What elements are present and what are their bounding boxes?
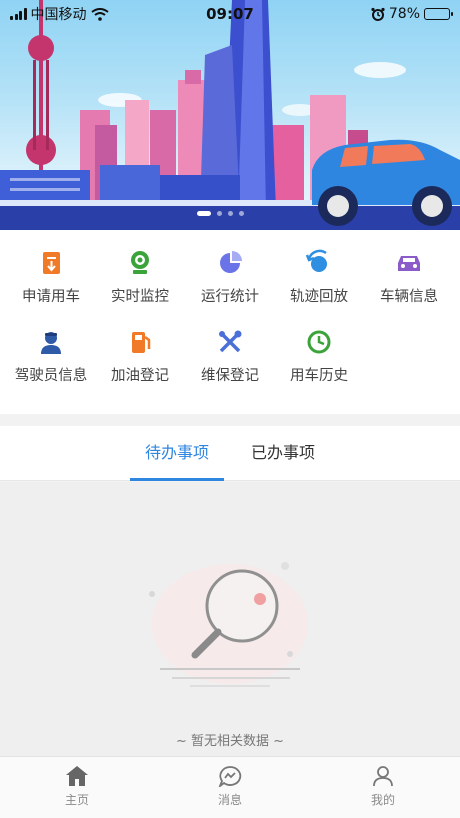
replay-icon xyxy=(305,249,327,272)
tab-label: 已办事项 xyxy=(250,443,315,462)
menu-label: 用车历史 xyxy=(290,368,348,384)
history-icon xyxy=(307,330,331,354)
tab-pending[interactable]: 待办事项 xyxy=(130,426,224,481)
city-illustration xyxy=(0,0,460,230)
menu-label: 运行统计 xyxy=(201,289,259,305)
banner-carousel[interactable] xyxy=(0,0,460,230)
carousel-dot xyxy=(228,211,233,216)
nav-label: 我的 xyxy=(370,793,395,807)
tab-underline xyxy=(130,478,224,481)
home-icon xyxy=(66,766,88,786)
tab-label: 待办事项 xyxy=(144,443,209,462)
menu-label: 实时监控 xyxy=(111,289,169,305)
message-icon xyxy=(218,766,242,787)
menu-item-usage-history[interactable]: 用车历史 xyxy=(273,327,365,385)
menu-item-driver-info[interactable]: 驾驶员信息 xyxy=(5,327,97,385)
alarm-icon xyxy=(371,7,385,21)
status-bar: 中国移动 09:07 78% xyxy=(0,0,460,28)
pie-chart-icon xyxy=(220,251,242,273)
menu-item-maintenance-register[interactable]: 维保登记 xyxy=(184,327,276,385)
carousel-dot-active xyxy=(197,211,211,216)
function-menu: 申请用车 实时监控 运行统计 轨迹回放 车辆信息 驾驶员信息 加油登记 维保登记… xyxy=(0,230,460,414)
menu-label: 驾驶员信息 xyxy=(14,368,88,384)
tab-completed[interactable]: 已办事项 xyxy=(236,426,330,481)
car-apply-icon xyxy=(43,252,60,274)
nav-profile[interactable]: 我的 xyxy=(333,765,433,808)
menu-label: 加油登记 xyxy=(111,368,169,384)
menu-label: 申请用车 xyxy=(22,289,80,305)
carousel-dot xyxy=(217,211,222,216)
profile-icon xyxy=(373,766,393,787)
empty-state: ~ 暂无相关数据 ~ xyxy=(0,482,460,756)
battery-icon xyxy=(424,8,453,20)
menu-item-fuel-register[interactable]: 加油登记 xyxy=(94,327,186,385)
empty-state-text: ~ 暂无相关数据 ~ xyxy=(175,734,285,749)
menu-label: 轨迹回放 xyxy=(290,289,348,305)
nav-home[interactable]: 主页 xyxy=(27,765,127,808)
menu-item-apply-car[interactable]: 申请用车 xyxy=(5,248,97,306)
battery-percent: 78% xyxy=(388,6,420,22)
camera-icon xyxy=(131,251,149,274)
nav-label: 主页 xyxy=(64,793,89,807)
menu-item-run-stats[interactable]: 运行统计 xyxy=(184,248,276,306)
carousel-indicator xyxy=(197,211,244,216)
task-tabs: 待办事项 已办事项 xyxy=(0,426,460,481)
magnifier-icon xyxy=(149,562,308,687)
fuel-icon xyxy=(132,332,151,353)
menu-label: 维保登记 xyxy=(201,368,259,384)
vehicle-info-icon xyxy=(398,256,420,271)
bottom-nav: 主页 消息 我的 xyxy=(0,756,460,818)
menu-item-vehicle-info[interactable]: 车辆信息 xyxy=(363,248,455,306)
menu-item-live-monitor[interactable]: 实时监控 xyxy=(94,248,186,306)
menu-label: 车辆信息 xyxy=(380,289,438,305)
menu-item-track-replay[interactable]: 轨迹回放 xyxy=(273,248,365,306)
tools-icon xyxy=(219,330,242,353)
nav-messages[interactable]: 消息 xyxy=(180,765,280,808)
carousel-dot xyxy=(239,211,244,216)
nav-label: 消息 xyxy=(217,793,242,807)
driver-icon xyxy=(41,332,61,354)
